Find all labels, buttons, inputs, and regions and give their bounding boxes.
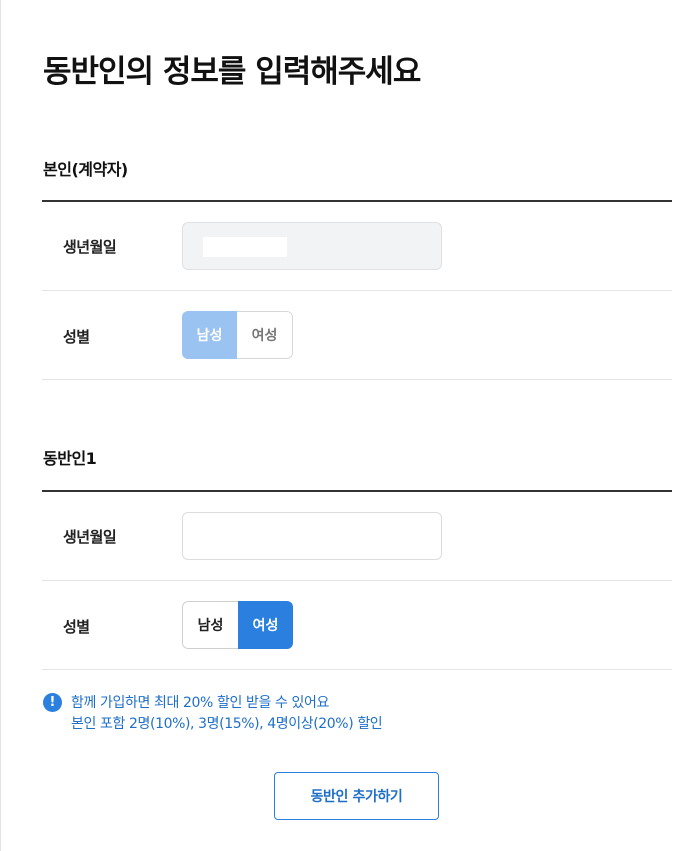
- page-title: 동반인의 정보를 입력해주세요: [43, 54, 421, 90]
- discount-notice: ! 함께 가입하면 최대 20% 할인 받을 수 있어요 본인 포함 2명(10…: [43, 693, 383, 735]
- self-birthdate-label: 생년월일: [63, 238, 117, 256]
- add-companion-button[interactable]: 동반인 추가하기: [274, 772, 439, 820]
- self-birthdate-masked-value: [203, 237, 287, 257]
- discount-notice-line2: 본인 포함 2명(10%), 3명(15%), 4명이상(20%) 할인: [71, 716, 383, 732]
- companion1-gender-label: 성별: [63, 618, 90, 636]
- self-section-title: 본인(계약자): [43, 160, 128, 179]
- companion1-gender-female-option[interactable]: 여성: [238, 601, 293, 649]
- discount-notice-line1: 함께 가입하면 최대 20% 할인 받을 수 있어요: [71, 695, 329, 711]
- discount-notice-text: 함께 가입하면 최대 20% 할인 받을 수 있어요 본인 포함 2명(10%)…: [71, 693, 383, 735]
- info-icon: !: [43, 693, 62, 712]
- self-section-divider: [42, 200, 672, 202]
- row-divider: [42, 379, 672, 380]
- self-gender-female-option: 여성: [237, 311, 293, 359]
- self-birthdate-field: [182, 222, 442, 270]
- row-divider: [42, 669, 672, 670]
- row-divider: [42, 580, 672, 581]
- companion1-section-divider: [42, 490, 672, 492]
- companion1-birthdate-input[interactable]: [182, 512, 442, 560]
- companion1-gender-toggle: 남성 여성: [182, 601, 293, 649]
- self-gender-toggle: 남성 여성: [182, 311, 293, 359]
- companion1-gender-male-option[interactable]: 남성: [182, 601, 238, 649]
- companion1-section-title: 동반인1: [43, 449, 97, 468]
- companion1-birthdate-label: 생년월일: [63, 528, 117, 546]
- page: 동반인의 정보를 입력해주세요 본인(계약자) 생년월일 성별 남성 여성 동반…: [0, 0, 687, 851]
- self-gender-label: 성별: [63, 328, 90, 346]
- self-gender-male-option: 남성: [182, 311, 237, 359]
- row-divider: [42, 290, 672, 291]
